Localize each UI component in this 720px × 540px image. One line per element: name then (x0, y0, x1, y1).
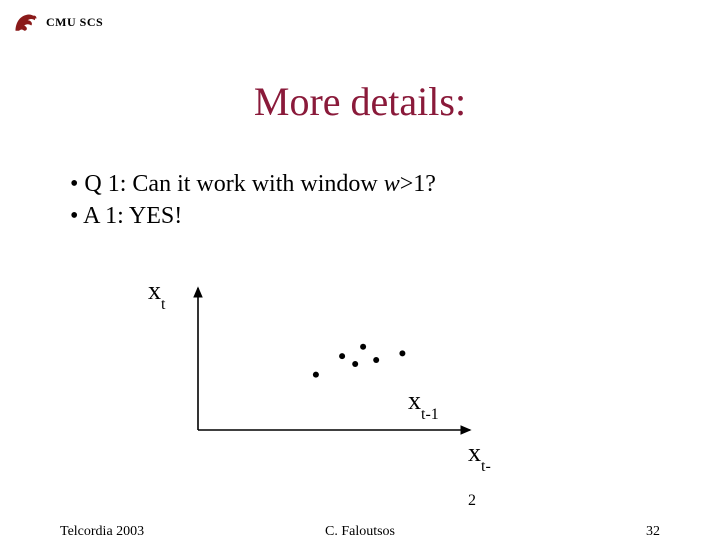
data-point (399, 350, 405, 356)
y-axis-label: xt (148, 276, 165, 310)
axis-var: x (468, 438, 481, 467)
footer-author: C. Faloutsos (0, 524, 720, 540)
bullet-text: • Q 1: Can it work with window (70, 171, 384, 197)
data-point (313, 372, 319, 378)
data-point (373, 357, 379, 363)
axis-var: x (148, 276, 161, 305)
axis-subscript: t (161, 296, 165, 313)
slide-title: More details: (0, 78, 720, 125)
scatter-chart: xt xt-1 xt-2 (150, 280, 490, 450)
org-label: CMU SCS (46, 15, 103, 30)
axis-var: x (408, 386, 421, 415)
data-point (360, 344, 366, 350)
bullet-item: • A 1: YES! (70, 200, 436, 232)
data-point (352, 361, 358, 367)
x-axis-label-1: xt-1 (408, 386, 439, 420)
axis-subscript: t-1 (421, 406, 439, 423)
dragon-logo-icon (12, 8, 40, 36)
bullet-text: >1? (400, 171, 436, 197)
bullet-text: • A 1: YES! (70, 203, 182, 229)
bullet-item: • Q 1: Can it work with window w>1? (70, 168, 436, 200)
x-axis-label-2: xt-2 (468, 438, 491, 506)
footer-page-number: 32 (646, 524, 660, 540)
slide-header: CMU SCS (12, 8, 103, 36)
bullet-variable: w (384, 171, 400, 197)
data-point (339, 353, 345, 359)
chart-svg (150, 280, 490, 450)
bullet-list: • Q 1: Can it work with window w>1? • A … (70, 168, 436, 233)
